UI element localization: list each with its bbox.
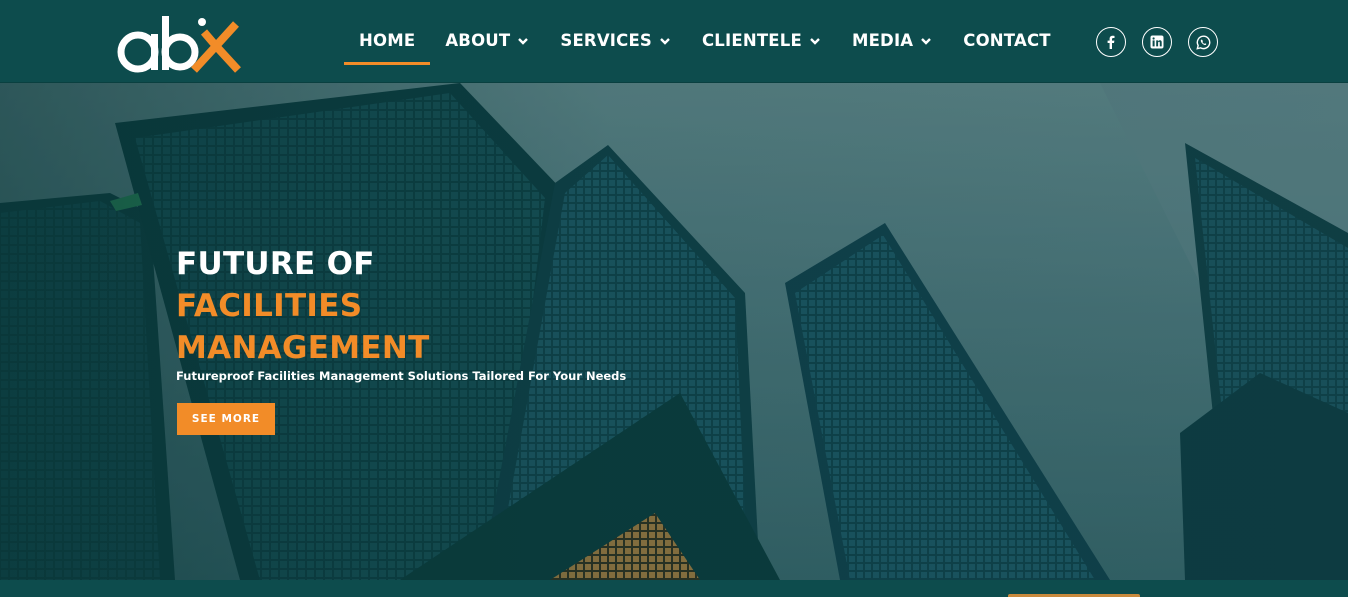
nav-contact-label: CONTACT [963, 31, 1051, 50]
hero-title-line2: FACILITIES [176, 288, 363, 324]
nav-about-label: ABOUT [445, 31, 511, 50]
hero-subtitle: Futureproof Facilities Management Soluti… [176, 369, 627, 383]
nav-about[interactable]: ABOUT [430, 0, 545, 83]
nav-media[interactable]: MEDIA [837, 0, 948, 83]
hero-banner: FUTURE OF FACILITIES MANAGEMENT Futurepr… [0, 83, 1348, 580]
chevron-down-icon [660, 37, 670, 45]
nav-contact[interactable]: CONTACT [948, 0, 1065, 83]
site-header: HOME ABOUT SERVICES CLIENTELE MEDIA CONT… [0, 0, 1348, 83]
nav-clientele[interactable]: CLIENTELE [687, 0, 837, 83]
chevron-down-icon [921, 37, 932, 45]
nav-home[interactable]: HOME [344, 0, 431, 83]
chevron-down-icon [810, 37, 820, 45]
hero-title-line3: MANAGEMENT [176, 330, 430, 366]
nav-home-label: HOME [359, 31, 416, 50]
nav-services[interactable]: SERVICES [545, 0, 687, 83]
see-more-button[interactable]: SEE MORE [177, 403, 275, 435]
linkedin-icon[interactable] [1142, 27, 1172, 57]
nav-services-label: SERVICES [560, 31, 652, 50]
main-nav: HOME ABOUT SERVICES CLIENTELE MEDIA CONT… [344, 0, 1066, 83]
section-strip [0, 580, 1348, 597]
nav-media-label: MEDIA [851, 31, 914, 50]
chevron-down-icon [518, 37, 529, 45]
facebook-icon[interactable] [1096, 27, 1126, 57]
hero-title: FUTURE OF FACILITIES MANAGEMENT [176, 243, 430, 369]
whatsapp-icon[interactable] [1188, 27, 1218, 57]
nav-clientele-label: CLIENTELE [702, 31, 802, 50]
hero-title-line1: FUTURE OF [176, 246, 375, 282]
social-links [1096, 27, 1218, 57]
abk-logo[interactable] [112, 8, 244, 76]
